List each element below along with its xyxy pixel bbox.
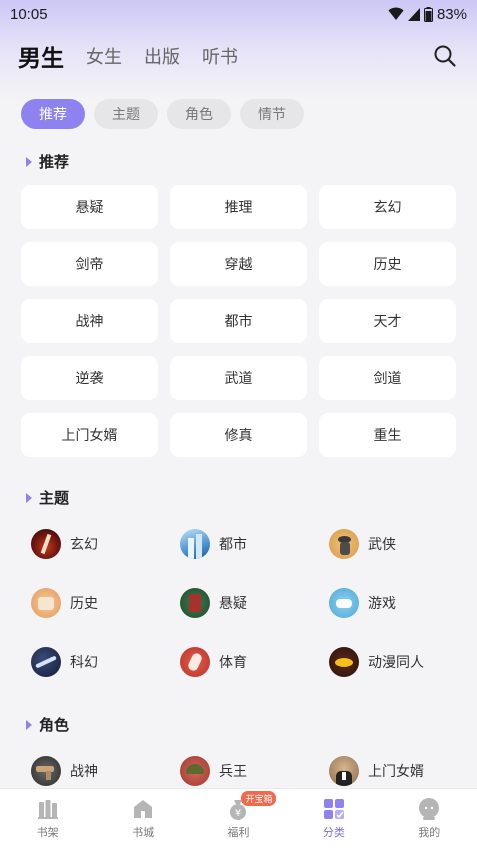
treasure-box-badge: 开宝箱: [241, 791, 277, 806]
status-bar: 10:05 83%: [0, 0, 477, 28]
tag-button[interactable]: 战神: [21, 299, 158, 343]
theme-item[interactable]: 动漫同人: [329, 632, 477, 691]
theme-item[interactable]: 历史: [31, 573, 180, 632]
section-title-theme: 主题: [26, 487, 69, 508]
fantasy-icon: [31, 528, 61, 559]
tag-button[interactable]: 逆袭: [21, 356, 158, 400]
soldier-icon: [180, 755, 210, 786]
city-icon: [180, 528, 210, 559]
tag-button[interactable]: 武道: [170, 356, 307, 400]
tag-button[interactable]: 剑道: [319, 356, 456, 400]
theme-item[interactable]: 体育: [180, 632, 329, 691]
chip-role[interactable]: 角色: [167, 99, 231, 129]
triangle-marker-icon: [26, 492, 32, 503]
sports-icon: [180, 646, 210, 677]
theme-list: 玄幻 都市 武侠 历史 悬疑 游戏 科幻 体育 动漫同人: [31, 514, 477, 691]
tag-button[interactable]: 上门女婿: [21, 413, 158, 457]
tab-female[interactable]: 女生: [86, 43, 122, 69]
tag-button[interactable]: 推理: [170, 185, 307, 229]
tab-male[interactable]: 男生: [18, 39, 66, 73]
tag-button[interactable]: 重生: [319, 413, 456, 457]
nav-category[interactable]: 分类: [304, 797, 364, 840]
theme-item[interactable]: 玄幻: [31, 514, 180, 573]
tab-audiobook[interactable]: 听书: [202, 43, 238, 69]
scifi-icon: [31, 646, 61, 677]
bookshelf-icon: [37, 800, 58, 819]
wifi-icon: [388, 7, 404, 20]
recommend-tag-grid: 悬疑 推理 玄幻 剑帝 穿越 历史 战神 都市 天才 逆袭 武道 剑道 上门女婿…: [21, 185, 457, 457]
category-icon: [323, 799, 344, 819]
anime-icon: [329, 646, 359, 677]
tag-button[interactable]: 都市: [170, 299, 307, 343]
tag-button[interactable]: 天才: [319, 299, 456, 343]
section-title-role: 角色: [26, 714, 69, 735]
tag-button[interactable]: 剑帝: [21, 242, 158, 286]
svg-text:¥: ¥: [235, 808, 241, 819]
theme-item[interactable]: 游戏: [329, 573, 477, 632]
chip-plot[interactable]: 情节: [240, 99, 304, 129]
chip-theme[interactable]: 主题: [94, 99, 158, 129]
tag-button[interactable]: 历史: [319, 242, 456, 286]
bookstore-icon: [134, 800, 153, 818]
top-tab-bar: 男生 女生 出版 听书: [0, 36, 477, 76]
tag-button[interactable]: 穿越: [170, 242, 307, 286]
martial-arts-icon: [329, 528, 359, 559]
tag-button[interactable]: 悬疑: [21, 185, 158, 229]
nav-welfare[interactable]: ¥ 福利 开宝箱: [208, 791, 277, 840]
mystery-icon: [180, 587, 210, 618]
battery-percent: 83%: [436, 5, 467, 23]
tag-button[interactable]: 修真: [170, 413, 307, 457]
game-icon: [329, 587, 359, 618]
nav-profile[interactable]: 我的: [399, 797, 459, 840]
battery-icon: [423, 6, 433, 22]
filter-chips: 推荐 主题 角色 情节: [21, 99, 304, 129]
son-in-law-icon: [329, 755, 359, 786]
section-title-recommend: 推荐: [26, 151, 69, 172]
theme-item[interactable]: 都市: [180, 514, 329, 573]
bottom-navigation: 书架 书城 ¥ 福利 开宝箱 分类 我的: [0, 788, 477, 848]
triangle-marker-icon: [26, 156, 32, 167]
chip-recommend[interactable]: 推荐: [21, 99, 85, 129]
theme-item[interactable]: 科幻: [31, 632, 180, 691]
nav-bookshelf[interactable]: 书架: [18, 797, 78, 840]
history-icon: [31, 587, 61, 618]
theme-item[interactable]: 悬疑: [180, 573, 329, 632]
nav-bookstore[interactable]: 书城: [113, 797, 173, 840]
search-icon[interactable]: [433, 44, 457, 68]
tab-publish[interactable]: 出版: [144, 43, 180, 69]
profile-icon: [419, 798, 440, 820]
war-god-icon: [31, 755, 61, 786]
theme-item[interactable]: 武侠: [329, 514, 477, 573]
signal-icon: [407, 7, 420, 21]
tag-button[interactable]: 玄幻: [319, 185, 456, 229]
status-time: 10:05: [10, 5, 48, 23]
triangle-marker-icon: [26, 719, 32, 730]
